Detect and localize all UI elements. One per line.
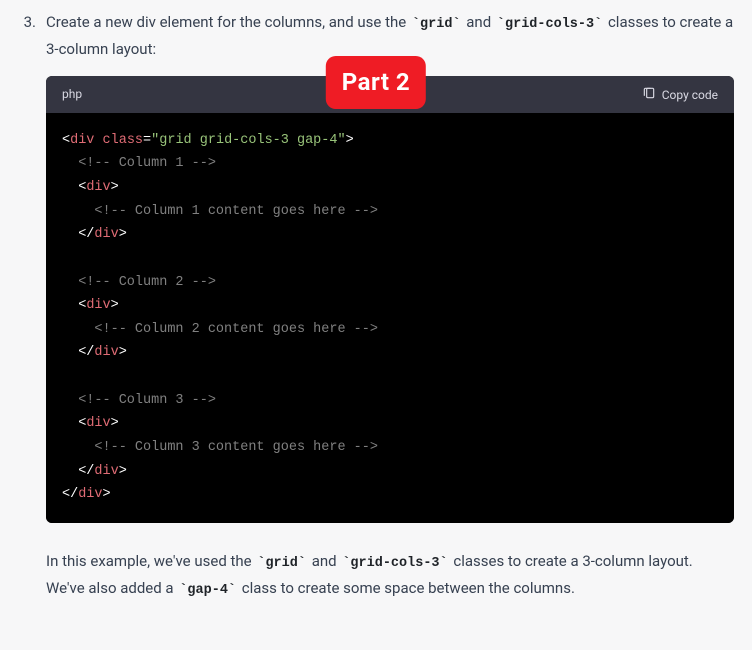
explanation-paragraph: In this example, we've used the `grid` a… xyxy=(46,549,706,603)
code-line: ​ xyxy=(62,247,718,271)
code-body: <div class="grid grid-cols-3 gap-4"> <!-… xyxy=(46,113,734,523)
inline-code: `grid` xyxy=(255,555,308,572)
code-line: <div> xyxy=(62,294,718,318)
code-line: <!-- Column 1 content goes here --> xyxy=(62,200,718,224)
inline-code: `gap-4` xyxy=(177,582,238,599)
copy-code-button[interactable]: Copy code xyxy=(642,86,718,103)
ordered-list-item: 3. Create a new div element for the colu… xyxy=(18,10,734,62)
list-number: 3. xyxy=(18,10,36,62)
code-line: ​ xyxy=(62,365,718,389)
inline-code: `grid-cols-3` xyxy=(340,555,449,572)
code-line: <!-- Column 1 --> xyxy=(62,152,718,176)
code-line: <div> xyxy=(62,176,718,200)
code-line: <!-- Column 3 --> xyxy=(62,389,718,413)
code-line: <div class="grid grid-cols-3 gap-4"> xyxy=(62,129,718,153)
list-text: Create a new div element for the columns… xyxy=(46,10,734,62)
copy-code-label: Copy code xyxy=(662,88,718,102)
code-line: </div> xyxy=(62,483,718,507)
code-line: <!-- Column 3 content goes here --> xyxy=(62,436,718,460)
text-part: and xyxy=(308,552,340,570)
inline-code: `grid-cols-3` xyxy=(495,16,604,33)
code-line: <!-- Column 2 --> xyxy=(62,271,718,295)
code-block: php Copy code <div class="grid grid-cols… xyxy=(46,76,734,522)
clipboard-icon xyxy=(642,86,656,103)
code-line: <!-- Column 2 content goes here --> xyxy=(62,318,718,342)
code-line: </div> xyxy=(62,223,718,247)
text-part: class to create some space between the c… xyxy=(238,579,575,597)
text-part: and xyxy=(463,13,495,31)
code-line: </div> xyxy=(62,341,718,365)
text-part: Create a new div element for the columns… xyxy=(46,13,410,31)
code-line: <div> xyxy=(62,412,718,436)
text-part: In this example, we've used the xyxy=(46,552,255,570)
part-badge: Part 2 xyxy=(326,56,426,109)
code-line: </div> xyxy=(62,460,718,484)
inline-code: `grid` xyxy=(410,16,463,33)
code-language-label: php xyxy=(62,84,82,104)
